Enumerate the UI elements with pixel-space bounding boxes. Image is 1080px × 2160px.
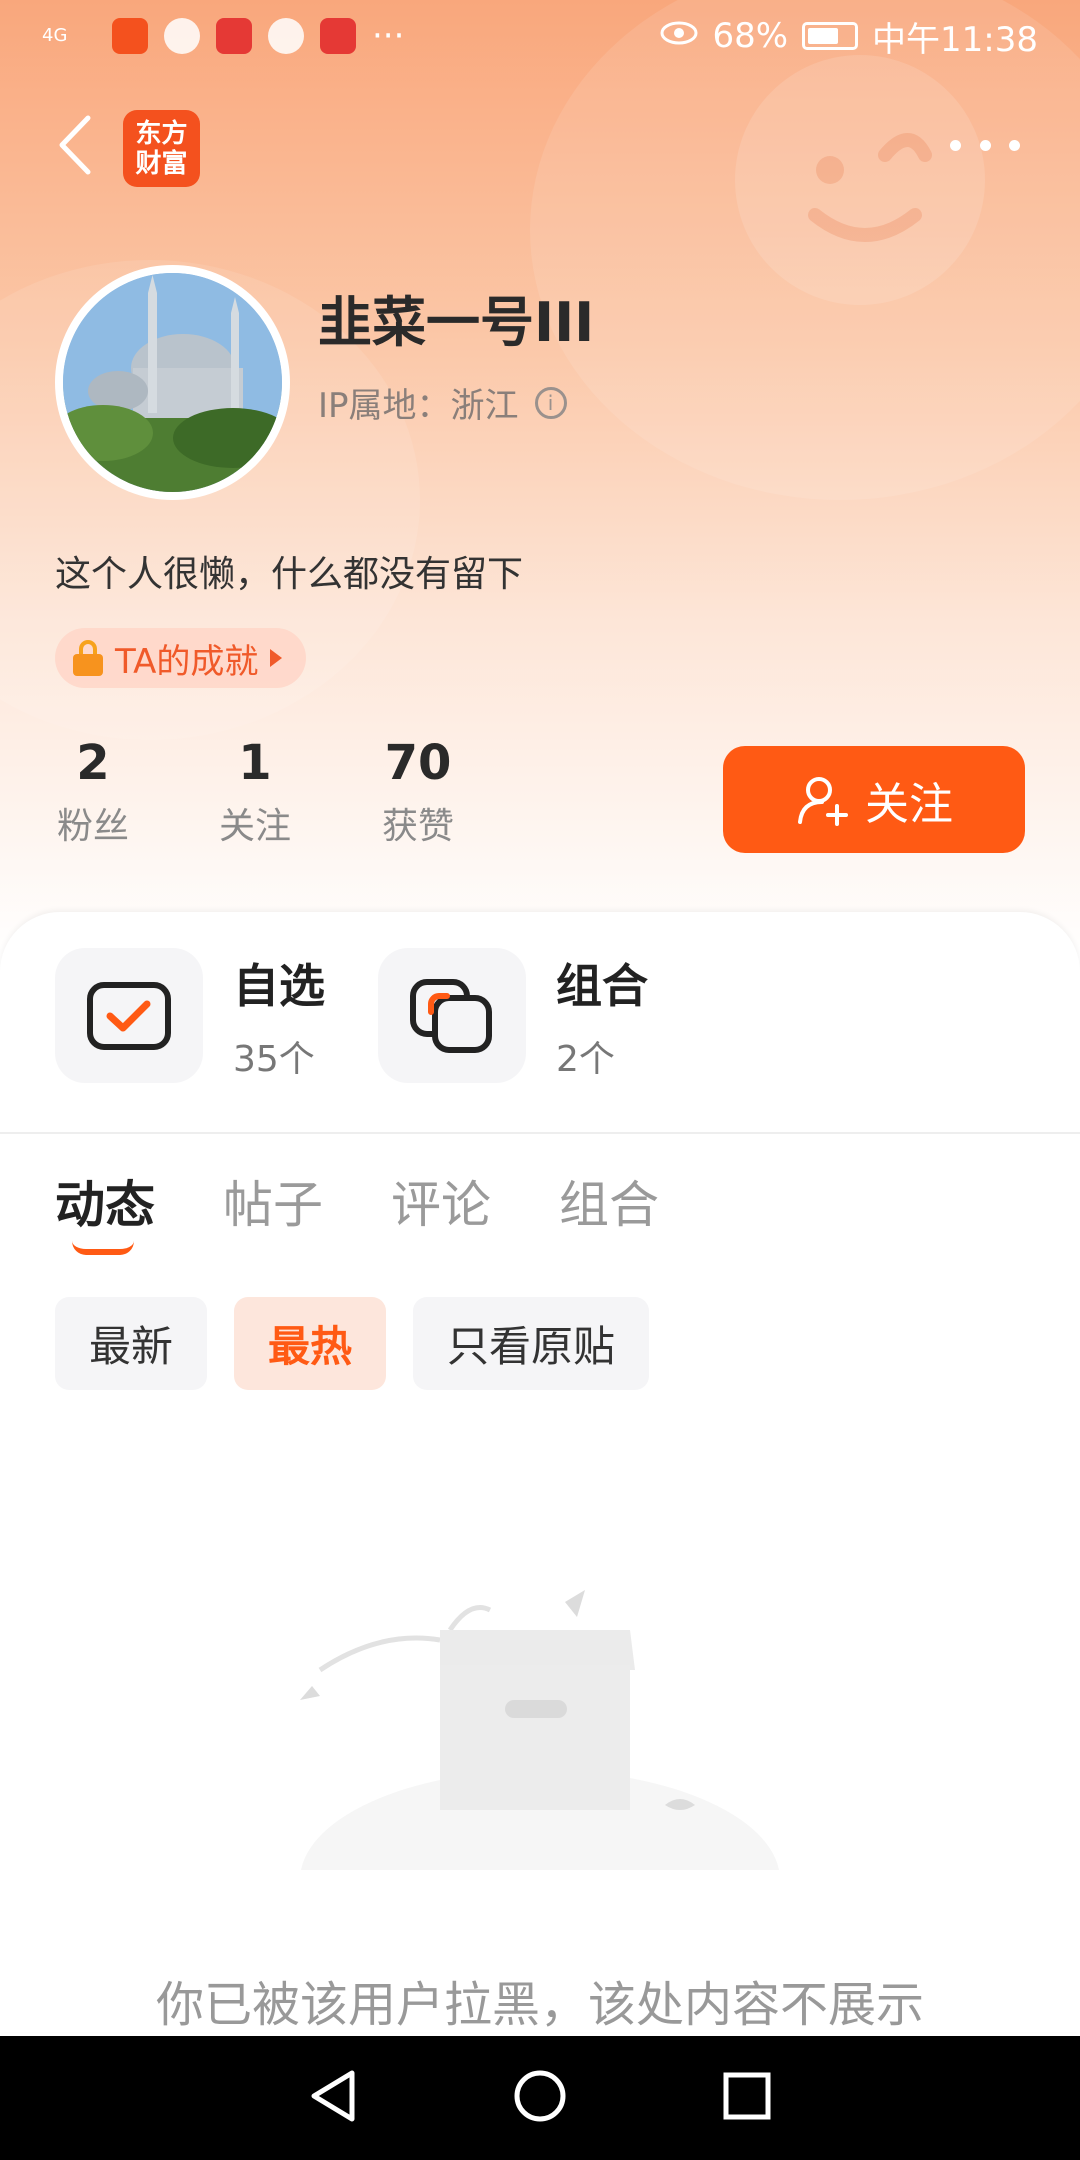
content-tabs: 动态 帖子 评论 组合 xyxy=(55,1165,659,1237)
nav-back-button[interactable] xyxy=(308,2069,358,2127)
watchlist-count: 35个 xyxy=(233,1038,315,1080)
logo-line-1: 东方 xyxy=(135,118,188,149)
portfolio-title: 组合 xyxy=(556,958,648,1013)
dot-icon xyxy=(1009,139,1020,151)
portfolio-entry[interactable]: 组合 2个 xyxy=(378,948,648,1083)
battery-percent: 68% xyxy=(712,16,789,56)
username: 韭菜一号III xyxy=(318,291,595,354)
stat-label: 粉丝 xyxy=(56,806,129,847)
stat-label: 获赞 xyxy=(381,806,454,847)
app-icon xyxy=(216,18,252,54)
follow-label: 关注 xyxy=(865,778,953,830)
square-recents-icon xyxy=(723,2072,771,2120)
tab-comments[interactable]: 评论 xyxy=(391,1165,491,1237)
achievement-button[interactable]: TA的成就 xyxy=(55,628,307,688)
ip-location: IP属地：浙江 xyxy=(318,386,519,426)
smile-bubble-decoration xyxy=(735,55,985,305)
dot-icon xyxy=(950,139,961,151)
nav-home-button[interactable] xyxy=(513,2069,567,2127)
eye-icon xyxy=(660,16,698,56)
watchlist-icon-tile xyxy=(55,948,203,1083)
stat-fans[interactable]: 2 粉丝 xyxy=(38,735,148,849)
tab-portfolio[interactable]: 组合 xyxy=(559,1165,659,1237)
filter-chips: 最新 最热 只看原贴 xyxy=(55,1297,650,1390)
more-options-button[interactable] xyxy=(950,125,1020,165)
add-user-icon xyxy=(798,776,848,826)
battery-icon xyxy=(802,22,859,50)
divider xyxy=(0,1132,1080,1134)
tab-activity[interactable]: 动态 xyxy=(55,1165,155,1237)
system-nav-bar xyxy=(0,2036,1080,2160)
filter-hottest[interactable]: 最热 xyxy=(234,1297,387,1390)
bio-text: 这个人很懒，什么都没有留下 xyxy=(55,554,524,595)
blocked-message: 你已被该用户拉黑，该处内容不展示 xyxy=(155,1977,924,2033)
app-logo: 东方 财富 xyxy=(123,110,200,187)
stat-label: 关注 xyxy=(218,806,291,847)
stat-value: 70 xyxy=(384,735,452,791)
status-bar: 4G ··· 68% 中午11:38 xyxy=(0,0,1080,72)
dot-icon xyxy=(979,139,991,151)
clock: 中午11:38 xyxy=(872,19,1038,60)
avatar[interactable] xyxy=(55,265,290,500)
portfolio-icon-tile xyxy=(378,948,526,1083)
back-button[interactable] xyxy=(52,110,96,180)
overlap-squares-icon xyxy=(410,978,492,1053)
triangle-back-icon xyxy=(311,2070,355,2122)
lock-icon xyxy=(73,640,103,676)
filter-original-only[interactable]: 只看原贴 xyxy=(413,1297,650,1390)
active-tab-indicator xyxy=(72,1241,134,1255)
play-arrow-icon xyxy=(270,649,283,667)
app-icon xyxy=(112,18,148,54)
app-icon xyxy=(164,18,200,54)
circle-home-icon xyxy=(514,2070,566,2122)
logo-line-2: 财富 xyxy=(135,148,188,179)
app-icon xyxy=(320,18,356,54)
signal-icon: 4G xyxy=(42,25,68,46)
ip-location-row: IP属地：浙江 i xyxy=(318,378,567,427)
filter-latest[interactable]: 最新 xyxy=(55,1297,208,1390)
more-notifications-icon: ··· xyxy=(372,16,405,56)
stat-following[interactable]: 1 关注 xyxy=(200,735,310,849)
nav-recents-button[interactable] xyxy=(722,2071,772,2125)
watchlist-entry[interactable]: 自选 35个 xyxy=(55,948,325,1083)
checkbox-icon xyxy=(87,981,171,1050)
portfolio-count: 2个 xyxy=(556,1038,615,1080)
stat-value: 2 xyxy=(76,735,110,791)
chat-icon xyxy=(268,18,304,54)
chevron-left-icon xyxy=(59,115,91,175)
stat-likes[interactable]: 70 获赞 xyxy=(363,735,473,849)
tab-posts[interactable]: 帖子 xyxy=(223,1165,323,1237)
mosque-photo xyxy=(63,273,282,492)
info-icon[interactable]: i xyxy=(534,386,567,419)
follow-button[interactable]: 关注 xyxy=(723,746,1025,853)
stat-value: 1 xyxy=(238,735,272,791)
watchlist-title: 自选 xyxy=(233,958,325,1013)
empty-box-illustration xyxy=(290,1570,790,1990)
achievement-label: TA的成就 xyxy=(115,641,259,682)
